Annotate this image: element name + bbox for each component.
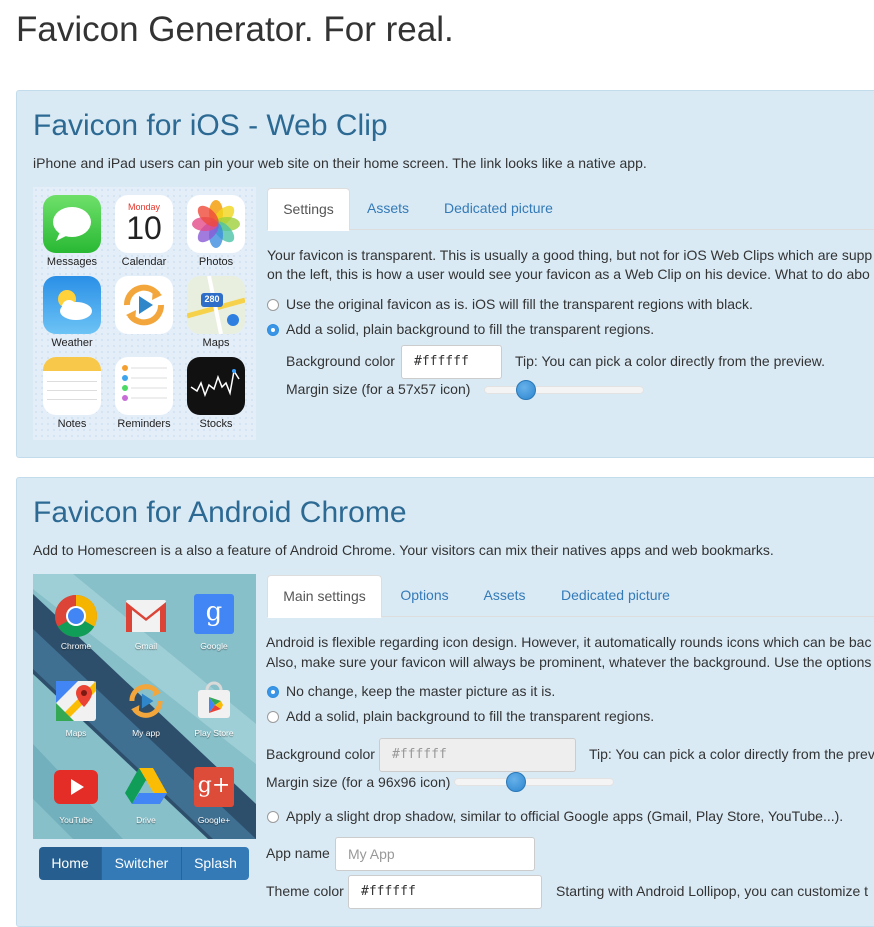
preview-mode-switch: Home Switcher Splash <box>39 847 249 880</box>
maps-icon <box>56 681 96 721</box>
ios-intro-line-1: Your favicon is transparent. This is usu… <box>267 247 873 263</box>
app-label-google-plus: Google+ <box>197 815 231 825</box>
tab-settings[interactable]: Settings <box>267 188 350 231</box>
tab-assets[interactable]: Assets <box>467 575 542 617</box>
drive-icon <box>124 766 168 806</box>
chrome-icon <box>54 594 98 638</box>
radio-solid-background[interactable] <box>267 711 279 723</box>
option-original-label: Use the original favicon as is. iOS will… <box>286 296 753 312</box>
radio-drop-shadow[interactable] <box>267 811 279 823</box>
option-solid-label: Add a solid, plain background to fill th… <box>286 321 655 337</box>
tab-assets[interactable]: Assets <box>353 188 423 230</box>
switcher-preview-button[interactable]: Switcher <box>102 847 182 880</box>
app-label-youtube: YouTube <box>59 815 93 825</box>
maps-badge: 280 <box>204 294 220 304</box>
margin-size-slider-handle[interactable] <box>506 772 527 792</box>
ios-tab-bar: Settings Assets Dedicated picture <box>267 188 874 231</box>
photos-icon <box>187 195 245 253</box>
stocks-icon <box>187 357 245 415</box>
color-tip: Tip: You can pick a color directly from … <box>589 746 874 762</box>
calendar-day: 10 <box>126 210 162 246</box>
theme-color-label: Theme color <box>266 883 344 899</box>
app-name-label: App name <box>266 845 330 861</box>
option-no-change-label: No change, keep the master picture as it… <box>286 683 556 699</box>
android-tab-bar: Main settings Options Assets Dedicated p… <box>267 575 874 618</box>
margin-size-label: Margin size (for a 57x57 icon) <box>286 381 471 397</box>
home-preview-button[interactable]: Home <box>39 847 102 880</box>
margin-size-slider[interactable] <box>484 386 644 394</box>
app-label-google: Google <box>200 641 228 651</box>
ios-panel-description: iPhone and iPad users can pin your web s… <box>33 155 647 171</box>
android-panel-title: Favicon for Android Chrome <box>33 496 407 529</box>
radio-no-change[interactable] <box>267 686 279 698</box>
youtube-icon <box>54 770 98 804</box>
splash-preview-button[interactable]: Splash <box>182 847 249 880</box>
drop-shadow-label: Apply a slight drop shadow, similar to o… <box>286 808 844 824</box>
tab-dedicated-picture[interactable]: Dedicated picture <box>547 575 684 617</box>
app-label-stocks: Stocks <box>199 418 233 430</box>
messages-icon <box>43 195 101 253</box>
notes-icon <box>43 357 101 415</box>
play-store-icon <box>194 680 234 720</box>
background-color-label: Background color <box>286 353 395 369</box>
background-color-input[interactable]: #ffffff <box>401 345 502 379</box>
app-name-input[interactable]: My App <box>335 837 535 871</box>
app-label-weather: Weather <box>51 337 93 349</box>
google-icon: g <box>194 594 234 634</box>
tab-dedicated-picture[interactable]: Dedicated picture <box>430 188 567 230</box>
app-label-chrome: Chrome <box>60 641 92 651</box>
ios-panel-title: Favicon for iOS - Web Clip <box>33 109 388 142</box>
background-color-label: Background color <box>266 746 375 762</box>
ios-panel: Favicon for iOS - Web Clip iPhone and iP… <box>16 90 874 458</box>
theme-color-tip: Starting with Android Lollipop, you can … <box>556 883 869 899</box>
ios-intro-line-2: on the left, this is how a user would se… <box>267 266 870 282</box>
android-intro-line-1: Android is flexible regarding icon desig… <box>266 634 872 650</box>
maps-icon: 280 <box>187 276 245 334</box>
app-label-my-app: My app <box>132 728 160 738</box>
calendar-icon: Monday 10 <box>115 195 173 253</box>
radio-solid-background[interactable] <box>267 324 279 336</box>
weather-icon <box>43 276 101 334</box>
android-homescreen-preview[interactable]: Chrome Gmail g Google Maps My app Play S… <box>33 574 256 839</box>
refresh-play-icon <box>122 677 170 725</box>
app-label-messages: Messages <box>46 256 98 268</box>
app-label-gmail: Gmail <box>134 641 158 651</box>
option-solid-label: Add a solid, plain background to fill th… <box>286 708 655 724</box>
app-name-placeholder: My App <box>348 846 395 862</box>
tab-main-settings[interactable]: Main settings <box>267 575 382 618</box>
background-color-input[interactable]: #ffffff <box>379 738 576 772</box>
ios-homescreen-preview[interactable]: Messages Monday 10 Calendar Photos Weath… <box>33 187 256 440</box>
refresh-play-icon <box>115 276 173 334</box>
page-title: Favicon Generator. For real. <box>16 10 454 49</box>
android-intro-line-2: Also, make sure your favicon will always… <box>266 654 872 670</box>
margin-size-slider-handle[interactable] <box>515 380 536 400</box>
google-plus-icon: g+ <box>194 767 234 807</box>
app-label-calendar: Calendar <box>121 256 167 268</box>
margin-size-slider[interactable] <box>454 778 614 786</box>
app-label-maps: Maps <box>202 337 230 349</box>
app-label-photos: Photos <box>198 256 234 268</box>
gmail-icon <box>124 594 168 638</box>
app-label-reminders: Reminders <box>117 418 171 430</box>
tab-options[interactable]: Options <box>387 575 462 617</box>
android-panel-description: Add to Homescreen is a also a feature of… <box>33 542 774 558</box>
android-panel: Favicon for Android Chrome Add to Homesc… <box>16 477 874 927</box>
app-label-notes: Notes <box>57 418 87 430</box>
radio-original-favicon[interactable] <box>267 299 279 311</box>
background-color-placeholder: #ffffff <box>392 747 447 762</box>
margin-size-label: Margin size (for a 96x96 icon) <box>266 774 451 790</box>
app-label-drive: Drive <box>136 815 156 825</box>
reminders-icon <box>115 357 173 415</box>
app-label-play-store: Play Store <box>194 728 234 738</box>
theme-color-input[interactable]: #ffffff <box>348 875 542 909</box>
app-label-maps: Maps <box>65 728 87 738</box>
color-tip: Tip: You can pick a color directly from … <box>515 353 825 369</box>
